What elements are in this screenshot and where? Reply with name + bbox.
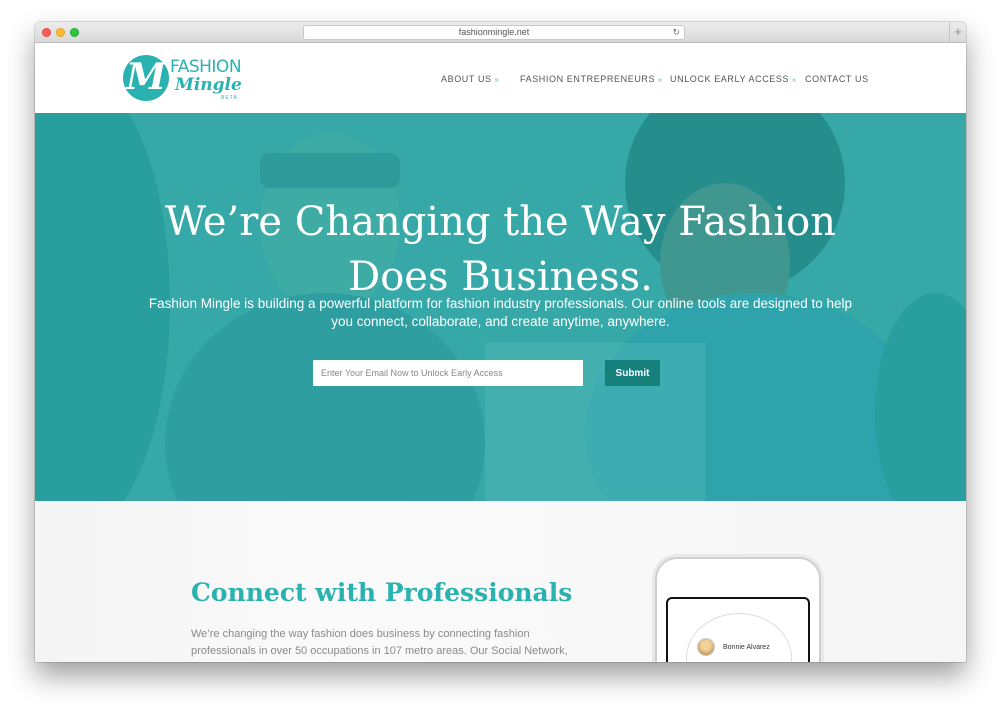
hero-subtitle: Fashion Mingle is building a powerful pl… [148, 296, 853, 329]
minimize-window-button[interactable] [56, 28, 65, 37]
hero-title: We’re Changing the Way Fashion Does Busi… [35, 195, 966, 305]
profile-card: Bonnie Alvarez [686, 613, 792, 662]
section-title: Connect with Professionals [191, 578, 573, 607]
hero-section: We’re Changing the Way Fashion Does Busi… [35, 113, 966, 501]
chevron-down-icon: » [792, 77, 797, 84]
logo-beta-badge: BETA [221, 95, 238, 101]
email-input[interactable] [313, 360, 583, 386]
profile-name: Bonnie Alvarez [723, 644, 770, 651]
hero-title-line2: Does Business. [348, 254, 653, 300]
nav-item-label: CONTACT US [805, 74, 869, 84]
browser-titlebar: fashionmingle.net ↻ + [35, 22, 966, 43]
nav-item-fashion-entrepreneurs[interactable]: FASHION ENTREPRENEURS» [520, 74, 663, 84]
chevron-down-icon: » [658, 77, 663, 84]
close-window-button[interactable] [42, 28, 51, 37]
nav-item-label: ABOUT US [441, 74, 492, 84]
new-tab-icon[interactable]: + [949, 22, 966, 43]
nav-item-label: FASHION ENTREPRENEURS [520, 74, 656, 84]
hero-title-line1: We’re Changing the Way Fashion [164, 199, 837, 245]
address-bar[interactable]: fashionmingle.net ↻ [303, 25, 685, 40]
nav-item-about-us[interactable]: ABOUT US» [441, 74, 499, 84]
nav-item-unlock-early-access[interactable]: UNLOCK EARLY ACCESS» [670, 74, 797, 84]
phone-mockup: Bonnie Alvarez [655, 557, 821, 662]
avatar [697, 638, 715, 656]
phone-screen: Bonnie Alvarez [666, 597, 810, 662]
address-bar-url: fashionmingle.net [458, 27, 530, 37]
browser-window: fashionmingle.net ↻ + M FASHION Mingle B… [35, 22, 966, 662]
section-body: We’re changing the way fashion does busi… [191, 628, 568, 657]
nav-item-contact-us[interactable]: CONTACT US [805, 74, 869, 84]
submit-button[interactable]: Submit [605, 360, 660, 386]
zoom-window-button[interactable] [70, 28, 79, 37]
logo-word-mingle: Mingle [175, 75, 242, 95]
reload-icon[interactable]: ↻ [672, 26, 680, 39]
nav-item-label: UNLOCK EARLY ACCESS [670, 74, 790, 84]
logo[interactable]: M FASHION Mingle BETA [123, 53, 253, 103]
logo-mark: M [126, 56, 166, 98]
chevron-down-icon: » [494, 77, 500, 84]
connect-section: Connect with Professionals We’re changin… [35, 501, 966, 662]
site-header: M FASHION Mingle BETA ABOUT US» FASHION … [35, 43, 966, 113]
logo-word-fashion: FASHION [170, 57, 242, 77]
